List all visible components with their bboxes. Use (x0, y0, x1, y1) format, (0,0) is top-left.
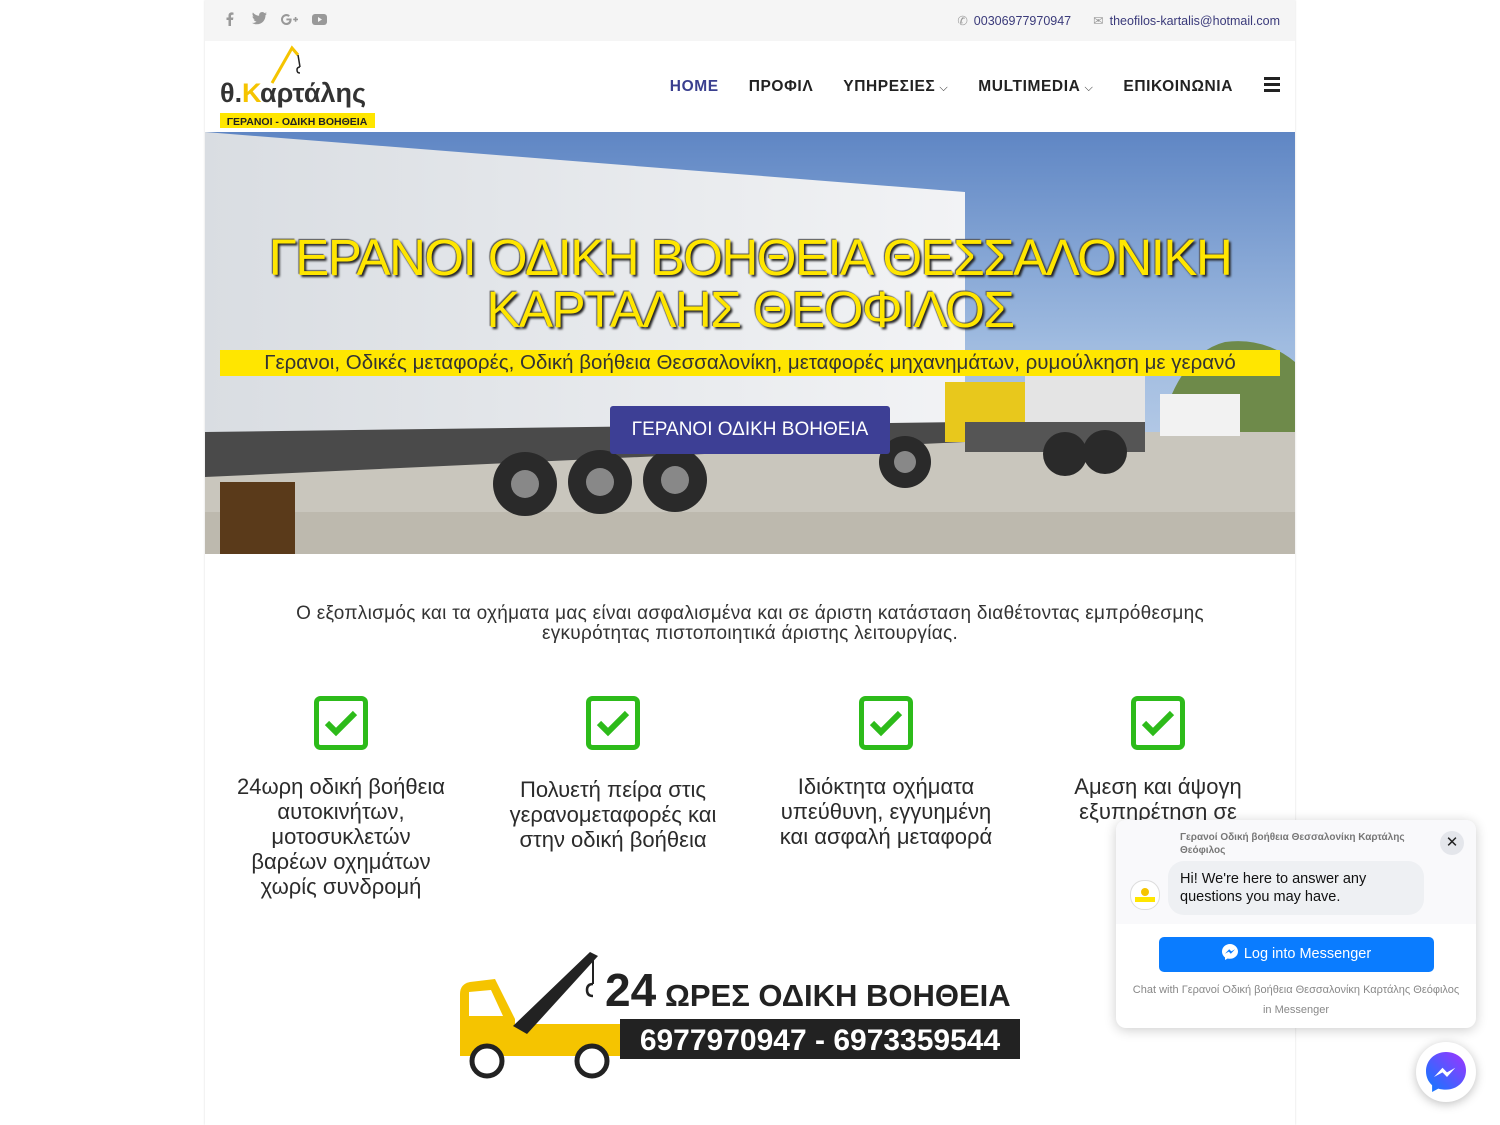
svg-text:αρτάλης: αρτάλης (260, 78, 366, 108)
hero-title-line1: ΓΕΡΑΝΟΙ ΟΔΙΚΗ ΒΟΗΘΕΙΑ ΘΕΣΣΑΛΟΝΙΚΗ (268, 229, 1233, 286)
checkbox-check-icon (586, 696, 640, 750)
hero-background-photo (205, 132, 1295, 554)
feature-text: Πολυετή πείρα στις γερανομεταφορές και σ… (493, 777, 733, 852)
messenger-chat-widget: Γερανοί Οδική βοήθεια Θεσσαλονίκη Καρτάλ… (1116, 820, 1476, 1028)
page-avatar (1130, 880, 1160, 910)
hero-title-line2: ΚΑΡΤΑΛΗΣ ΘΕΟΦΙΛΟΣ (486, 281, 1015, 338)
feature-experience: Πολυετή πείρα στις γερανομεταφορές και σ… (493, 696, 733, 852)
hamburger-menu-icon[interactable] (1264, 77, 1280, 93)
feature-line: Ιδιόκτητα οχήματα (797, 774, 975, 799)
messenger-icon (1426, 1052, 1466, 1092)
nav-multimedia[interactable]: MULTIMEDIA ⌵ (978, 78, 1093, 96)
google-plus-icon[interactable] (281, 12, 298, 29)
site-header: θ. Κ αρτάλης ΓΕΡΑΝΟΙ - ΟΔΙΚΗ ΒΟΗΘΕΙΑ HOM… (205, 41, 1295, 132)
nav-services-label: ΥΠΗΡΕΣΙΕΣ (843, 78, 936, 95)
feature-line: γερανομεταφορές και (509, 802, 717, 827)
svg-text:Κ: Κ (242, 78, 262, 108)
checkbox-check-icon (1131, 696, 1185, 750)
phone-icon: ✆ (957, 14, 968, 28)
email-contact[interactable]: ✉ theofilos-kartalis@hotmail.com (1093, 13, 1280, 28)
feature-line: χωρίς συνδρομή (260, 874, 422, 899)
svg-text:θ.: θ. (220, 78, 242, 108)
chat-note-line2: in Messenger (1262, 1004, 1330, 1016)
youtube-icon[interactable] (311, 12, 327, 29)
hero-cta-button[interactable]: ΓΕΡΑΝΟΙ ΟΔΙΚΗ ΒΟΗΘΕΙΑ (610, 406, 890, 454)
chat-note-line1: Chat with Γερανοί Οδική βοήθεια Θεσσαλον… (1132, 984, 1460, 996)
hero-title: ΓΕΡΑΝΟΙ ΟΔΙΚΗ ΒΟΗΘΕΙΑ ΘΕΣΣΑΛΟΝΙΚΗ ΚΑΡΤΑΛ… (205, 232, 1295, 336)
intro-line2: εγκυρότητας πιστοποιητικά άριστης λειτου… (541, 623, 959, 644)
top-bar: ✆ 00306977970947 ✉ theofilos-kartalis@hotm… (205, 0, 1295, 41)
intro-text: Ο εξοπλισμός και τα οχήματα μας είναι ασ… (245, 604, 1255, 644)
email-link[interactable]: theofilos-kartalis@hotmail.com (1110, 14, 1280, 28)
site-logo[interactable]: θ. Κ αρτάλης ΓΕΡΑΝΟΙ - ΟΔΙΚΗ ΒΟΗΘΕΙΑ (220, 43, 380, 129)
feature-text: Ιδιόκτητα οχήματα υπεύθυνη, εγγυημένη κα… (766, 774, 1006, 849)
feature-line: Πολυετή πείρα στις (519, 777, 707, 802)
feature-line: αυτοκινήτων, (277, 799, 405, 824)
nav-home-label: HOME (669, 78, 719, 95)
chevron-down-icon: ⌵ (939, 82, 949, 94)
main-nav: HOME ΠΡΟΦΙΛ ΥΠΗΡΕΣΙΕΣ ⌵ MULTIMEDIA ⌵ ΕΠΙΚΟ… (670, 78, 1233, 96)
banner-headline: ΩΡΕΣ ΟΔΙΚΗ ΒΟΗΘΕΙΑ (665, 978, 1011, 1013)
feature-roadside-24h: 24ωρη οδική βοήθεια αυτοκινήτων, μοτοσυκ… (221, 696, 461, 899)
phone-link[interactable]: 00306977970947 (974, 14, 1071, 28)
messenger-icon (1221, 944, 1238, 960)
chat-note: Chat with Γερανοί Οδική βοήθεια Θεσσαλον… (1126, 980, 1466, 1020)
checkbox-check-icon (314, 696, 368, 750)
svg-text:ΓΕΡΑΝΟΙ - ΟΔΙΚΗ ΒΟΗΘΕΙΑ: ΓΕΡΑΝΟΙ - ΟΔΙΚΗ ΒΟΗΘΕΙΑ (227, 116, 368, 128)
nav-multimedia-label: MULTIMEDIA (978, 78, 1081, 95)
banner-phones: 6977970947 - 6973359544 (640, 1024, 1001, 1057)
messenger-login-button[interactable]: Log into Messenger (1159, 937, 1434, 972)
contact-info: ✆ 00306977970947 ✉ theofilos-kartalis@hotm… (957, 13, 1280, 28)
nav-profile[interactable]: ΠΡΟΦΙΛ (749, 78, 814, 96)
feature-line: βαρέων οχημάτων (251, 849, 431, 874)
close-icon[interactable]: ✕ (1440, 831, 1464, 855)
nav-contact-label: ΕΠΙΚΟΙΝΩΝΙΑ (1123, 78, 1233, 95)
messenger-launcher-button[interactable] (1416, 1042, 1476, 1102)
feature-own-vehicles: Ιδιόκτητα οχήματα υπεύθυνη, εγγυημένη κα… (766, 696, 1006, 849)
checkbox-check-icon (859, 696, 913, 750)
social-links (221, 12, 327, 29)
chat-header: Γερανοί Οδική βοήθεια Θεσσαλονίκη Καρτάλ… (1116, 820, 1476, 924)
chat-page-name: Γερανοί Οδική βοήθεια Θεσσαλονίκη Καρτάλ… (1180, 832, 1405, 856)
feature-line: 24ωρη οδική βοήθεια (236, 774, 445, 799)
feature-text: 24ωρη οδική βοήθεια αυτοκινήτων, μοτοσυκ… (221, 774, 461, 899)
feature-line: Αμεση και άψογη (1074, 774, 1242, 799)
phone-contact[interactable]: ✆ 00306977970947 (957, 13, 1071, 28)
envelope-icon: ✉ (1093, 14, 1104, 28)
hero-banner: ΓΕΡΑΝΟΙ ΟΔΙΚΗ ΒΟΗΘΕΙΑ ΘΕΣΣΑΛΟΝΙΚΗ ΚΑΡΤΑΛ… (205, 132, 1295, 554)
messenger-login-label: Log into Messenger (1243, 946, 1372, 962)
nav-profile-label: ΠΡΟΦΙΛ (748, 78, 814, 95)
banner-hours-number: 24 (605, 964, 657, 1016)
hero-subtitle: Γερανοι, Οδικές μεταφορές, Οδική βοήθεια… (220, 350, 1280, 376)
feature-line: υπεύθυνη, εγγυημένη (780, 799, 992, 824)
facebook-icon[interactable] (221, 12, 237, 29)
chevron-down-icon: ⌵ (1084, 82, 1094, 94)
nav-services[interactable]: ΥΠΗΡΕΣΙΕΣ ⌵ (843, 78, 948, 96)
feature-line: στην οδική βοήθεια (519, 827, 707, 852)
nav-contact[interactable]: ΕΠΙΚΟΙΝΩΝΙΑ (1123, 78, 1233, 96)
tow-truck-graphic: 24 ΩΡΕΣ ΟΔΙΚΗ ΒΟΗΘΕΙΑ 6977970947 - 69733… (460, 952, 1020, 1079)
twitter-icon[interactable] (251, 12, 267, 29)
nav-home[interactable]: HOME (670, 78, 719, 96)
chat-greeting-bubble: Hi! We're here to answer any questions y… (1168, 861, 1424, 915)
feature-line: και ασφαλή μεταφορά (779, 824, 993, 849)
roadside-assistance-banner: 24 ΩΡΕΣ ΟΔΙΚΗ ΒΟΗΘΕΙΑ 6977970947 - 69733… (455, 944, 1020, 1084)
intro-line1: Ο εξοπλισμός και τα οχήματα μας είναι ασ… (296, 603, 1204, 624)
feature-line: μοτοσυκλετών (271, 824, 411, 849)
